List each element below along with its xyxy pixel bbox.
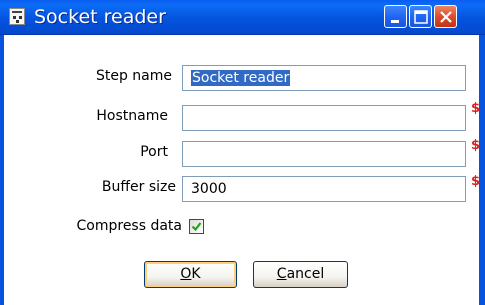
socket-reader-dialog: Socket reader Step name Socket reader Ho…	[0, 0, 485, 305]
step-name-input[interactable]: Socket reader	[182, 65, 466, 91]
app-window-icon[interactable]	[9, 8, 25, 25]
title-bar[interactable]: Socket reader	[0, 0, 485, 35]
close-icon	[440, 11, 452, 23]
buffer-size-input[interactable]: 3000	[182, 176, 466, 202]
hostname-label: Hostname	[96, 108, 168, 124]
cancel-button[interactable]: Cancel	[253, 261, 348, 288]
maximize-icon	[414, 10, 428, 24]
port-input[interactable]	[182, 141, 466, 167]
minimize-button[interactable]	[384, 5, 407, 28]
compress-data-checkbox[interactable]	[189, 219, 204, 234]
step-name-label: Step name	[95, 68, 172, 84]
variable-icon[interactable]: $	[471, 175, 480, 188]
ok-button[interactable]: OK	[144, 261, 237, 288]
close-button[interactable]	[434, 5, 457, 28]
variable-icon[interactable]: $	[471, 139, 480, 152]
window-frame-right	[479, 35, 485, 305]
checkmark-icon	[191, 222, 202, 232]
step-name-value: Socket reader	[191, 70, 291, 86]
port-label: Port	[140, 144, 168, 160]
buffer-size-label: Buffer size	[101, 179, 176, 195]
window-frame-left	[0, 35, 4, 305]
variable-icon[interactable]: $	[471, 102, 480, 115]
maximize-button[interactable]	[409, 5, 432, 28]
compress-data-label: Compress data	[76, 218, 183, 234]
hostname-input[interactable]	[182, 105, 466, 131]
window-title: Socket reader	[34, 6, 166, 28]
minimize-icon	[391, 20, 399, 23]
